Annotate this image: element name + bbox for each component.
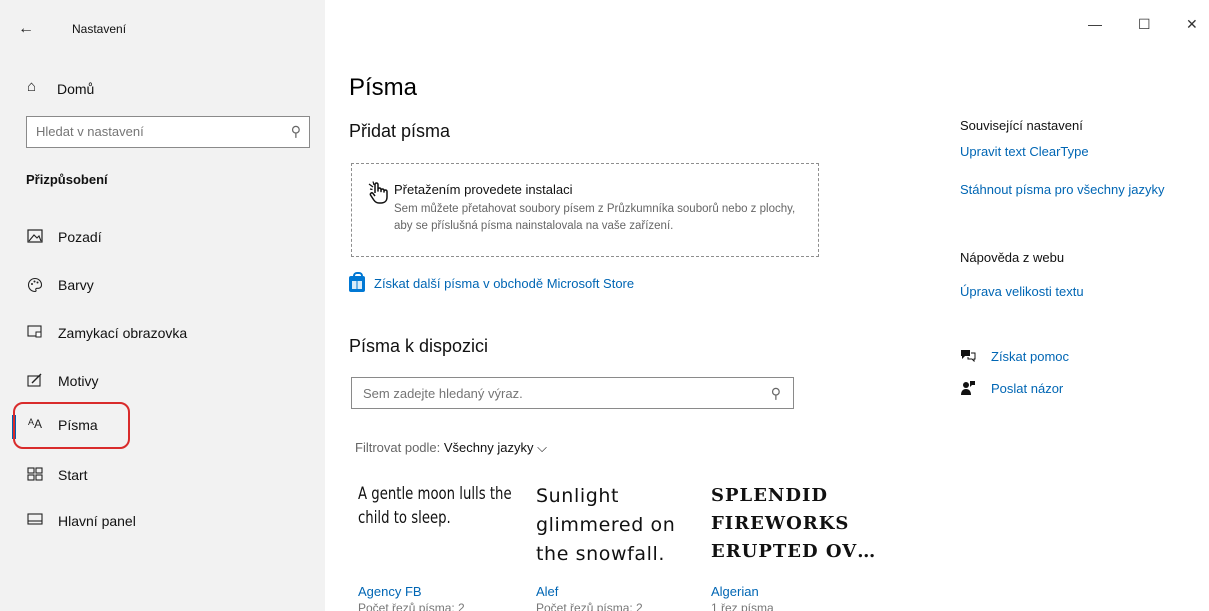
font-card-alef[interactable]: Sunlight glimmered on the snowfall. Alef… <box>536 482 706 611</box>
font-face-count: 1 řez písma <box>711 601 774 611</box>
window-controls: — ☐ ✕ <box>1059 0 1209 40</box>
text-size-link[interactable]: Úprava velikosti textu <box>960 284 1084 299</box>
sidebar: ← Nastavení ⌂ Domů ⚲ Přizpůsobení Pozadí… <box>0 0 325 611</box>
store-link-text: Získat další písma v obchodě Microsoft S… <box>374 276 635 291</box>
font-name: Alef <box>536 584 559 599</box>
filter-dropdown[interactable]: Všechny jazyky ⌵ <box>444 440 547 455</box>
sidebar-item-zamykaci-obrazovka[interactable]: Zamykací obrazovka <box>0 316 325 352</box>
settings-search-input[interactable] <box>36 124 276 139</box>
maximize-icon[interactable]: ☐ <box>1138 16 1151 33</box>
lock-screen-icon <box>26 325 44 341</box>
sidebar-item-hlavni-panel[interactable]: Hlavní panel <box>0 504 325 540</box>
sidebar-item-start[interactable]: Start <box>0 458 325 494</box>
font-preview: Sunlight glimmered on the snowfall. <box>536 485 676 565</box>
search-icon[interactable]: ⚲ <box>291 123 301 140</box>
font-search-input[interactable] <box>363 386 743 401</box>
sidebar-section-title: Přizpůsobení <box>26 172 108 187</box>
add-fonts-heading: Přidat písma <box>349 121 451 141</box>
title-bar: ← Nastavení <box>0 0 325 40</box>
app-title: Nastavení <box>72 22 127 36</box>
annotation-highlight <box>13 402 130 449</box>
font-preview: A gentle moon lulls the child to sleep. <box>358 484 512 528</box>
minimize-icon[interactable]: — <box>1088 16 1102 32</box>
language-filter: Filtrovat podle: Všechny jazyky ⌵ <box>355 440 547 456</box>
chevron-down-icon: ⌵ <box>537 440 547 455</box>
hand-pointer-icon <box>366 180 392 206</box>
sidebar-item-label: Barvy <box>58 277 94 293</box>
font-preview: Splendid fireworks erupted ov… <box>711 485 877 562</box>
related-settings-heading: Související nastavení <box>960 118 1083 133</box>
sidebar-item-label: Motivy <box>58 373 99 389</box>
start-tiles-icon <box>26 467 44 483</box>
web-help-heading: Nápověda z webu <box>960 250 1065 265</box>
feedback-person-icon <box>960 380 978 399</box>
cleartype-link[interactable]: Upravit text ClearType <box>960 144 1089 159</box>
sidebar-item-home[interactable]: ⌂ Domů <box>0 74 325 104</box>
font-search-box[interactable]: ⚲ <box>351 377 794 409</box>
sidebar-item-pozadi[interactable]: Pozadí <box>0 220 325 256</box>
picture-icon <box>26 229 44 245</box>
available-fonts-heading: Písma k dispozici <box>349 336 489 356</box>
sidebar-item-label: Domů <box>57 81 95 97</box>
home-icon: ⌂ <box>27 78 37 95</box>
brush-icon <box>26 373 44 389</box>
drop-zone-title: Přetažením provedete instalaci <box>394 182 573 197</box>
sidebar-item-motivy[interactable]: Motivy <box>0 364 325 400</box>
drop-zone-description: Sem můžete přetahovat soubory písem z Pr… <box>394 203 796 232</box>
font-face-count: Počet řezů písma: 2 <box>358 601 465 611</box>
sidebar-item-label: Zamykací obrazovka <box>58 325 188 341</box>
download-fonts-link[interactable]: Stáhnout písma pro všechny jazyky <box>960 182 1165 197</box>
page-title: Písma <box>349 74 418 101</box>
font-card-agency-fb[interactable]: A gentle moon lulls the child to sleep. … <box>358 482 528 611</box>
sidebar-item-barvy[interactable]: Barvy <box>0 268 325 304</box>
back-arrow-icon[interactable]: ← <box>18 18 40 40</box>
font-name: Agency FB <box>358 584 422 599</box>
font-card-algerian[interactable]: Splendid fireworks erupted ov… Algerian … <box>711 482 881 611</box>
sidebar-item-label: Start <box>58 467 88 483</box>
store-bag-icon <box>349 272 365 292</box>
font-name: Algerian <box>711 584 759 599</box>
sidebar-item-label: Hlavní panel <box>58 513 136 529</box>
filter-value: Všechny jazyky <box>443 440 534 455</box>
help-chat-icon <box>960 348 978 365</box>
get-help-text: Získat pomoc <box>991 349 1070 364</box>
filter-label: Filtrovat podle: <box>355 440 441 455</box>
palette-icon <box>26 277 44 293</box>
font-drop-zone[interactable]: Přetažením provedete instalaci Sem můžet… <box>351 163 819 257</box>
settings-search-box[interactable]: ⚲ <box>26 116 310 148</box>
taskbar-icon <box>26 513 44 529</box>
close-icon[interactable]: ✕ <box>1186 16 1198 33</box>
feedback-text: Poslat názor <box>991 381 1064 396</box>
search-icon[interactable]: ⚲ <box>771 385 781 402</box>
font-face-count: Počet řezů písma: 2 <box>536 601 643 611</box>
sidebar-item-label: Pozadí <box>58 229 102 245</box>
